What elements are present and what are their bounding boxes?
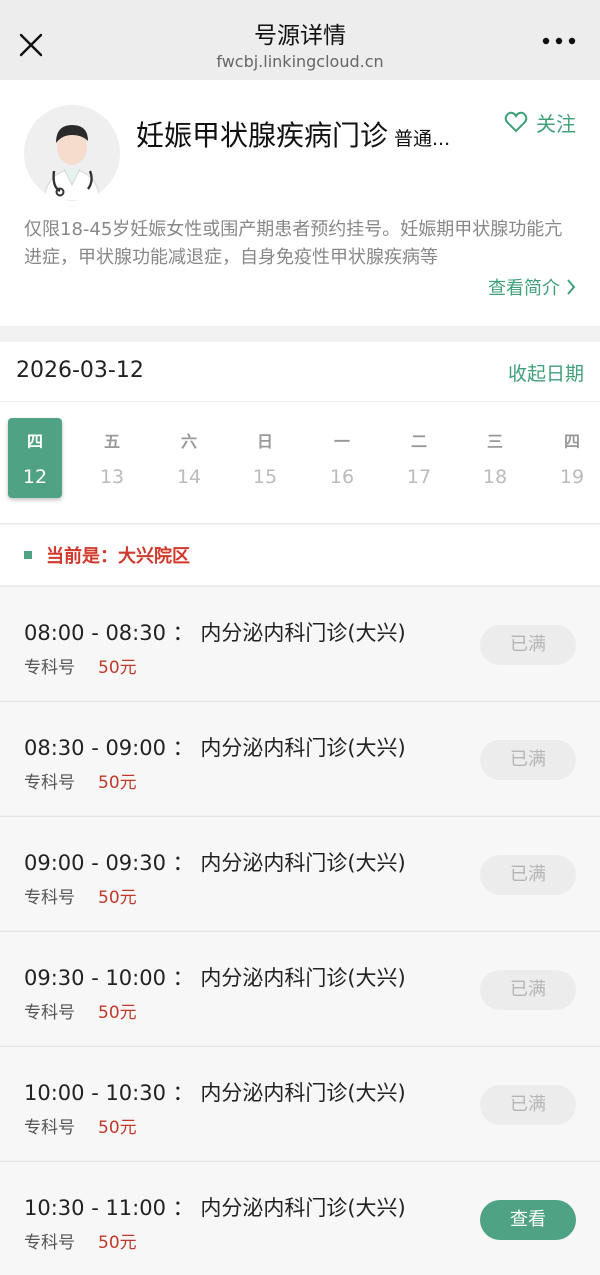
day-tab-16[interactable]: 一 16 bbox=[315, 418, 369, 498]
day-weekday: 四 bbox=[26, 432, 43, 451]
day-tab-18[interactable]: 三 18 bbox=[468, 418, 522, 498]
slot-full-button[interactable]: 已满 bbox=[480, 855, 576, 895]
slot-price: 50元 bbox=[98, 773, 137, 793]
slot-full-button[interactable]: 已满 bbox=[480, 1085, 576, 1125]
campus-row: 当前是：大兴院区 bbox=[0, 525, 600, 585]
day-number: 18 bbox=[482, 466, 508, 488]
slot-view-button[interactable]: 查看 bbox=[480, 1200, 576, 1240]
clinic-name: 妊娠甲状腺疾病门诊 bbox=[136, 119, 389, 152]
day-weekday: 四 bbox=[563, 432, 580, 451]
view-intro-link[interactable]: 查看简介 bbox=[488, 274, 576, 300]
day-weekday: 三 bbox=[486, 432, 503, 451]
day-number: 17 bbox=[406, 466, 432, 488]
slot-time: 10:00 - 10:30 ： 内分泌内科门诊(大兴) bbox=[24, 1081, 406, 1105]
day-number: 12 bbox=[22, 466, 48, 488]
clinic-type: 普通... bbox=[394, 128, 451, 150]
slot-category: 专科号 bbox=[24, 1118, 75, 1138]
day-weekday: 日 bbox=[256, 432, 273, 451]
slot-price: 50元 bbox=[98, 658, 137, 678]
slot-price: 50元 bbox=[98, 1118, 137, 1138]
selected-date: 2026-03-12 bbox=[16, 358, 144, 383]
day-weekday: 二 bbox=[410, 432, 427, 451]
slot-row: 08:00 - 08:30 ： 内分泌内科门诊(大兴) 专科号 50元 已满 bbox=[0, 586, 600, 700]
clinic-title: 妊娠甲状腺疾病门诊 普通... bbox=[136, 114, 476, 154]
day-number: 19 bbox=[559, 466, 585, 488]
clinic-description: 仅限18-45岁妊娠女性或围产期患者预约挂号。妊娠期甲状腺功能亢进症，甲状腺功能… bbox=[24, 219, 563, 268]
day-tab-12[interactable]: 四 12 bbox=[8, 418, 62, 498]
page-title: 号源详情 bbox=[254, 23, 346, 49]
day-tab-15[interactable]: 日 15 bbox=[238, 418, 292, 498]
top-bar: 号源详情 fwcbj.linkingcloud.cn bbox=[0, 0, 600, 80]
slot-full-button[interactable]: 已满 bbox=[480, 970, 576, 1010]
follow-button[interactable]: 关注 bbox=[504, 108, 576, 136]
chevron-right-icon bbox=[567, 279, 576, 295]
slot-price: 50元 bbox=[98, 1003, 137, 1023]
slot-row: 09:30 - 10:00 ： 内分泌内科门诊(大兴) 专科号 50元 已满 bbox=[0, 931, 600, 1045]
day-number: 15 bbox=[252, 466, 278, 488]
collapse-dates-button[interactable]: 收起日期 bbox=[508, 359, 584, 386]
clinic-card: 妊娠甲状腺疾病门诊 普通... 关注 仅限18-45岁妊娠女性或围产期患者预约挂号… bbox=[0, 80, 600, 326]
slot-row: 10:30 - 11:00 ： 内分泌内科门诊(大兴) 专科号 50元 查看 bbox=[0, 1161, 600, 1275]
slot-price: 50元 bbox=[98, 888, 137, 908]
slot-category: 专科号 bbox=[24, 1233, 75, 1253]
slot-full-button[interactable]: 已满 bbox=[480, 625, 576, 665]
doctor-avatar-icon bbox=[24, 105, 120, 201]
date-bar: 2026-03-12 收起日期 bbox=[0, 342, 600, 402]
slot-category: 专科号 bbox=[24, 658, 75, 678]
day-tab-13[interactable]: 五 13 bbox=[85, 418, 139, 498]
day-tab-14[interactable]: 六 14 bbox=[162, 418, 216, 498]
more-icon[interactable] bbox=[542, 36, 576, 46]
slot-time: 10:30 - 11:00 ： 内分泌内科门诊(大兴) bbox=[24, 1196, 406, 1220]
heart-icon bbox=[504, 111, 528, 133]
day-number: 13 bbox=[99, 466, 125, 488]
slot-row: 08:30 - 09:00 ： 内分泌内科门诊(大兴) 专科号 50元 已满 bbox=[0, 701, 600, 815]
slot-category: 专科号 bbox=[24, 888, 75, 908]
slot-time: 09:30 - 10:00 ： 内分泌内科门诊(大兴) bbox=[24, 966, 406, 990]
slot-time: 08:30 - 09:00 ： 内分泌内科门诊(大兴) bbox=[24, 736, 406, 760]
campus-label: 当前是：大兴院区 bbox=[46, 546, 190, 567]
view-intro-label: 查看简介 bbox=[488, 278, 560, 299]
doctor-avatar bbox=[24, 105, 120, 201]
day-number: 14 bbox=[176, 466, 202, 488]
day-number: 16 bbox=[329, 466, 355, 488]
slot-time: 08:00 - 08:30 ： 内分泌内科门诊(大兴) bbox=[24, 621, 406, 645]
slot-category: 专科号 bbox=[24, 1003, 75, 1023]
slot-full-button[interactable]: 已满 bbox=[480, 740, 576, 780]
day-tab-17[interactable]: 二 17 bbox=[392, 418, 446, 498]
slot-time: 09:00 - 09:30 ： 内分泌内科门诊(大兴) bbox=[24, 851, 406, 875]
follow-label: 关注 bbox=[536, 111, 576, 136]
slot-row: 10:00 - 10:30 ： 内分泌内科门诊(大兴) 专科号 50元 已满 bbox=[0, 1046, 600, 1160]
slot-category: 专科号 bbox=[24, 773, 75, 793]
day-tab-19[interactable]: 四 19 bbox=[545, 418, 599, 498]
slot-row: 09:00 - 09:30 ： 内分泌内科门诊(大兴) 专科号 50元 已满 bbox=[0, 816, 600, 930]
page-url: fwcbj.linkingcloud.cn bbox=[216, 52, 384, 71]
day-weekday: 一 bbox=[333, 432, 350, 451]
day-weekday: 六 bbox=[180, 432, 197, 451]
week-selector: 四 12 五 13 六 14 日 15 一 16 二 17 三 18 四 19 bbox=[0, 402, 600, 524]
slot-price: 50元 bbox=[98, 1233, 137, 1253]
campus-marker bbox=[24, 551, 32, 559]
day-weekday: 五 bbox=[103, 432, 120, 451]
